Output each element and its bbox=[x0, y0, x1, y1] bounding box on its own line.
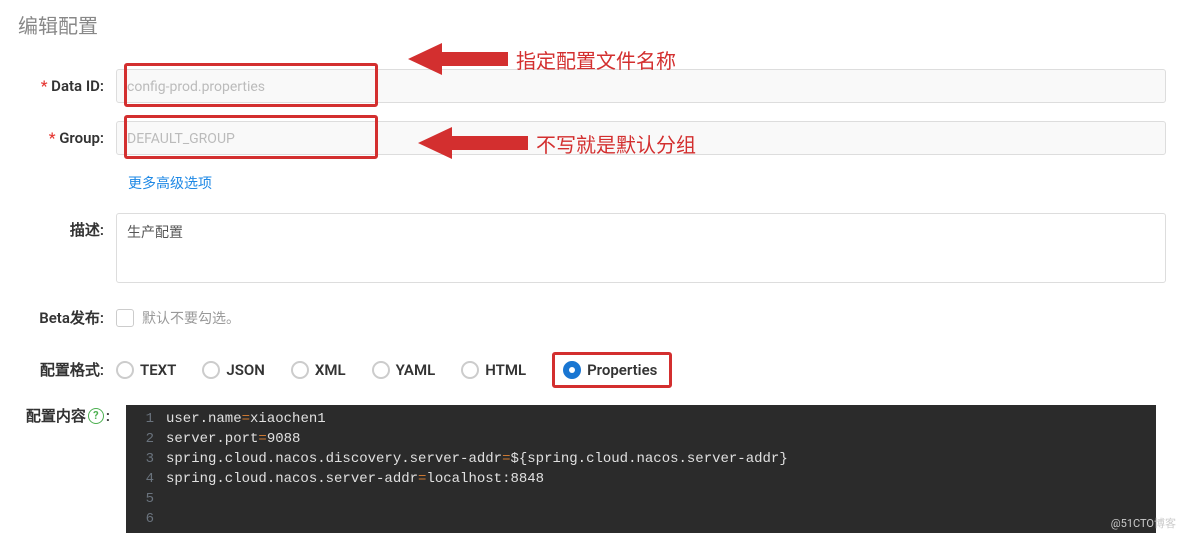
radio-circle-icon bbox=[291, 361, 309, 379]
line-text: spring.cloud.nacos.server-addr=localhost… bbox=[166, 469, 544, 489]
field-format: 配置格式: TEXT JSON XML YAML HTML Properties bbox=[18, 353, 1184, 387]
radio-label: HTML bbox=[485, 361, 526, 379]
line-number: 2 bbox=[126, 429, 166, 449]
label-beta: Beta发布: bbox=[18, 301, 116, 335]
code-line: 2server.port=9088 bbox=[126, 429, 1156, 449]
label-group: Group: bbox=[18, 121, 116, 155]
line-number: 5 bbox=[126, 489, 166, 509]
code-line: 6 bbox=[126, 509, 1156, 529]
code-line: 3spring.cloud.nacos.discovery.server-add… bbox=[126, 449, 1156, 469]
label-format: 配置格式: bbox=[18, 353, 116, 387]
radio-format-text[interactable]: TEXT bbox=[116, 361, 176, 379]
line-text: server.port=9088 bbox=[166, 429, 300, 449]
radio-circle-icon bbox=[372, 361, 390, 379]
radio-format-html[interactable]: HTML bbox=[461, 361, 526, 379]
colon: : bbox=[106, 405, 110, 427]
radio-circle-icon bbox=[202, 361, 220, 379]
field-beta: Beta发布: 默认不要勾选。 bbox=[18, 301, 1184, 335]
field-description: 描述: bbox=[18, 213, 1184, 283]
field-content: 配置内容 ? : 1user.name=xiaochen12server.por… bbox=[18, 405, 1184, 533]
code-line: 5 bbox=[126, 489, 1156, 509]
input-group[interactable]: DEFAULT_GROUP bbox=[116, 121, 1166, 155]
input-description[interactable] bbox=[116, 213, 1166, 283]
format-radio-group: TEXT JSON XML YAML HTML Properties bbox=[116, 353, 672, 387]
radio-format-properties[interactable]: Properties bbox=[552, 352, 672, 388]
page-title: 编辑配置 bbox=[18, 10, 1184, 39]
line-number: 4 bbox=[126, 469, 166, 489]
watermark: @51CTO博客 bbox=[1111, 515, 1176, 531]
label-content: 配置内容 bbox=[26, 405, 86, 427]
help-icon[interactable]: ? bbox=[88, 408, 104, 424]
checkbox-beta[interactable] bbox=[116, 309, 134, 327]
radio-label: JSON bbox=[226, 361, 264, 379]
code-line: 1user.name=xiaochen1 bbox=[126, 409, 1156, 429]
field-data-id: Data ID: config-prod.properties 指定配置文件名称 bbox=[18, 69, 1184, 103]
radio-label: XML bbox=[315, 361, 346, 379]
radio-circle-icon bbox=[563, 361, 581, 379]
label-description: 描述: bbox=[18, 213, 116, 247]
radio-circle-icon bbox=[461, 361, 479, 379]
radio-format-yaml[interactable]: YAML bbox=[372, 361, 436, 379]
label-data-id: Data ID: bbox=[18, 69, 116, 103]
code-editor[interactable]: 1user.name=xiaochen12server.port=90883sp… bbox=[126, 405, 1156, 533]
line-number: 1 bbox=[126, 409, 166, 429]
radio-label: YAML bbox=[396, 361, 436, 379]
line-number: 3 bbox=[126, 449, 166, 469]
line-text: spring.cloud.nacos.discovery.server-addr… bbox=[166, 449, 788, 469]
field-group: Group: DEFAULT_GROUP 不写就是默认分组 bbox=[18, 121, 1184, 155]
radio-format-json[interactable]: JSON bbox=[202, 361, 264, 379]
radio-label: Properties bbox=[587, 361, 657, 379]
line-number: 6 bbox=[126, 509, 166, 529]
advanced-options-link[interactable]: 更多高级选项 bbox=[128, 173, 212, 193]
radio-circle-icon bbox=[116, 361, 134, 379]
line-text: user.name=xiaochen1 bbox=[166, 409, 326, 429]
radio-label: TEXT bbox=[140, 361, 176, 379]
radio-format-xml[interactable]: XML bbox=[291, 361, 346, 379]
code-line: 4spring.cloud.nacos.server-addr=localhos… bbox=[126, 469, 1156, 489]
input-data-id[interactable]: config-prod.properties bbox=[116, 69, 1166, 103]
beta-hint: 默认不要勾选。 bbox=[142, 308, 240, 328]
